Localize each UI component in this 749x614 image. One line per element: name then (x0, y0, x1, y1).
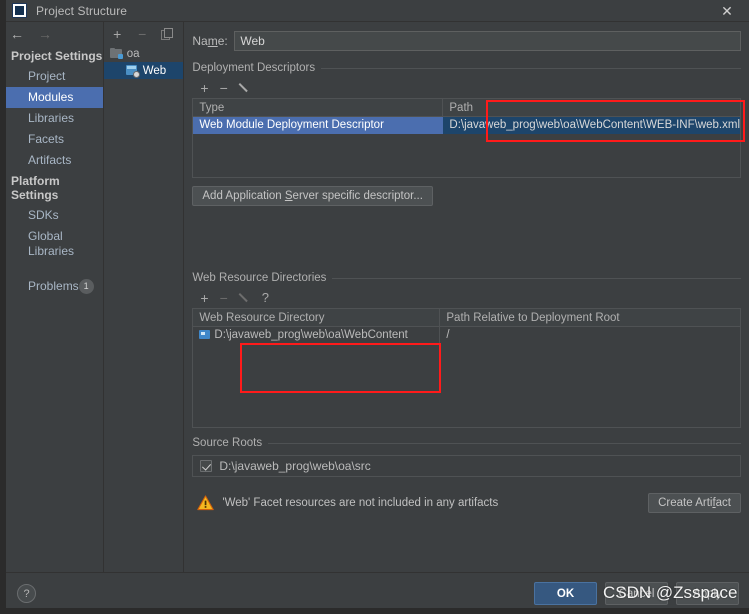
add-web-resource-icon[interactable]: + (200, 291, 208, 305)
cell-descriptor-type: Web Module Deployment Descriptor (193, 117, 444, 134)
cell-relative-path: / (446, 329, 450, 341)
web-resource-directories-toolbar: + − ? (192, 287, 741, 308)
web-resource-help-icon[interactable]: ? (262, 290, 269, 305)
modules-tree-toolbar: + − (104, 22, 184, 45)
source-roots-list: D:\javaweb_prog\web\oa\src (192, 455, 741, 477)
deployment-descriptors-section-title: Deployment Descriptors (192, 62, 741, 74)
deployment-descriptors-header: Type Path (193, 98, 740, 117)
add-server-descriptor-wrap: Add Application Server specific descript… (192, 186, 741, 206)
watermark: CSDN @Zsspace (603, 583, 738, 602)
sidebar-item-modules[interactable]: Modules (0, 87, 103, 108)
name-row: Name: (192, 30, 741, 52)
warning-triangle-icon (197, 495, 215, 511)
column-header-relative-path[interactable]: Path Relative to Deployment Root (440, 309, 740, 327)
window-edge-left (0, 0, 6, 614)
web-facet-icon (125, 64, 140, 78)
name-label: Name: (192, 34, 228, 48)
sidebar-item-problems[interactable]: Problems 1 (0, 276, 103, 297)
source-roots-title-text: Source Roots (192, 437, 263, 449)
tree-node-web[interactable]: Web (103, 62, 184, 79)
sidebar-item-global-libraries[interactable]: Global Libraries (0, 226, 103, 262)
sidebar-item-artifacts[interactable]: Artifacts (0, 150, 103, 171)
section-divider (321, 67, 741, 69)
module-folder-icon (109, 48, 123, 59)
source-roots-section-title: Source Roots (192, 437, 741, 449)
sidebar-item-problems-label: Problems (28, 279, 79, 293)
column-header-type[interactable]: Type (193, 98, 444, 117)
project-structure-dialog: Project Structure ✕ ← → Project Settings… (0, 0, 749, 614)
remove-web-resource-icon[interactable]: − (220, 291, 228, 305)
window-edge-bottom (0, 608, 749, 614)
table-row[interactable]: Web Module Deployment Descriptor D:\java… (193, 117, 740, 134)
add-descriptor-icon[interactable]: + (200, 81, 208, 95)
tree-node-oa-label: oa (126, 47, 140, 60)
table-row[interactable]: D:\javaweb_prog\web\oa\WebContent / (193, 327, 740, 344)
facet-settings-panel: Name: Deployment Descriptors + − Type Pa… (184, 22, 749, 572)
sidebar-item-libraries[interactable]: Libraries (0, 108, 103, 129)
section-divider (268, 442, 741, 444)
sidebar-item-sdks[interactable]: SDKs (0, 205, 103, 226)
sidebar-group-project-settings: Project Settings (11, 49, 103, 63)
section-divider (332, 277, 741, 279)
column-header-web-resource-directory[interactable]: Web Resource Directory (193, 308, 441, 327)
edit-web-resource-pencil-icon[interactable] (239, 292, 251, 304)
title-bar: Project Structure ✕ (0, 0, 749, 22)
edit-descriptor-pencil-icon[interactable] (239, 82, 251, 94)
tree-node-oa[interactable]: oa (104, 45, 184, 62)
add-module-icon[interactable]: + (111, 27, 124, 41)
intellij-idea-logo-icon (12, 3, 27, 18)
forward-arrow-icon[interactable]: → (38, 27, 52, 41)
name-input[interactable] (234, 31, 741, 51)
close-icon[interactable]: ✕ (705, 0, 749, 22)
facet-warning-text: 'Web' Facet resources are not included i… (222, 497, 499, 509)
directory-icon (199, 330, 211, 339)
deployment-descriptors-title-text: Deployment Descriptors (192, 62, 316, 74)
web-resource-directories-title-text: Web Resource Directories (192, 272, 327, 284)
deployment-descriptors-toolbar: + − (192, 77, 741, 98)
facet-warning-row: 'Web' Facet resources are not included i… (192, 488, 741, 518)
sidebar-nav-arrows: ← → (0, 22, 103, 46)
help-icon[interactable]: ? (17, 584, 36, 603)
remove-descriptor-icon[interactable]: − (220, 81, 228, 95)
cell-descriptor-path: D:\javaweb_prog\web\oa\WebContent\WEB-IN… (443, 117, 740, 134)
window-title: Project Structure (36, 3, 128, 18)
settings-sidebar: ← → Project Settings Project Modules Lib… (0, 22, 104, 572)
sidebar-item-facets[interactable]: Facets (0, 129, 103, 150)
remove-module-icon[interactable]: − (136, 27, 149, 41)
dialog-body: ← → Project Settings Project Modules Lib… (0, 22, 749, 572)
web-resource-directories-table: Web Resource Directory Path Relative to … (192, 308, 741, 428)
add-application-server-descriptor-button[interactable]: Add Application Server specific descript… (192, 186, 433, 206)
sidebar-group-platform-settings: Platform Settings (11, 174, 60, 202)
source-root-checkbox[interactable] (200, 460, 213, 472)
back-arrow-icon[interactable]: ← (10, 27, 24, 41)
web-resource-directories-section-title: Web Resource Directories (192, 272, 741, 284)
create-artifact-button[interactable]: Create Artifact (648, 493, 741, 513)
cell-web-resource-directory: D:\javaweb_prog\web\oa\WebContent (193, 327, 441, 344)
ok-button[interactable]: OK (534, 582, 597, 605)
column-header-path[interactable]: Path (443, 99, 740, 117)
tree-node-web-label: Web (142, 64, 167, 77)
modules-tree-panel: + − oa Web (103, 22, 185, 572)
problems-count-badge: 1 (78, 279, 94, 294)
source-root-path: D:\javaweb_prog\web\oa\src (219, 459, 371, 473)
sidebar-item-project[interactable]: Project (0, 66, 103, 87)
copy-module-icon[interactable] (161, 27, 174, 40)
deployment-descriptors-table: Type Path Web Module Deployment Descript… (192, 98, 741, 178)
web-resource-directories-header: Web Resource Directory Path Relative to … (193, 308, 740, 327)
